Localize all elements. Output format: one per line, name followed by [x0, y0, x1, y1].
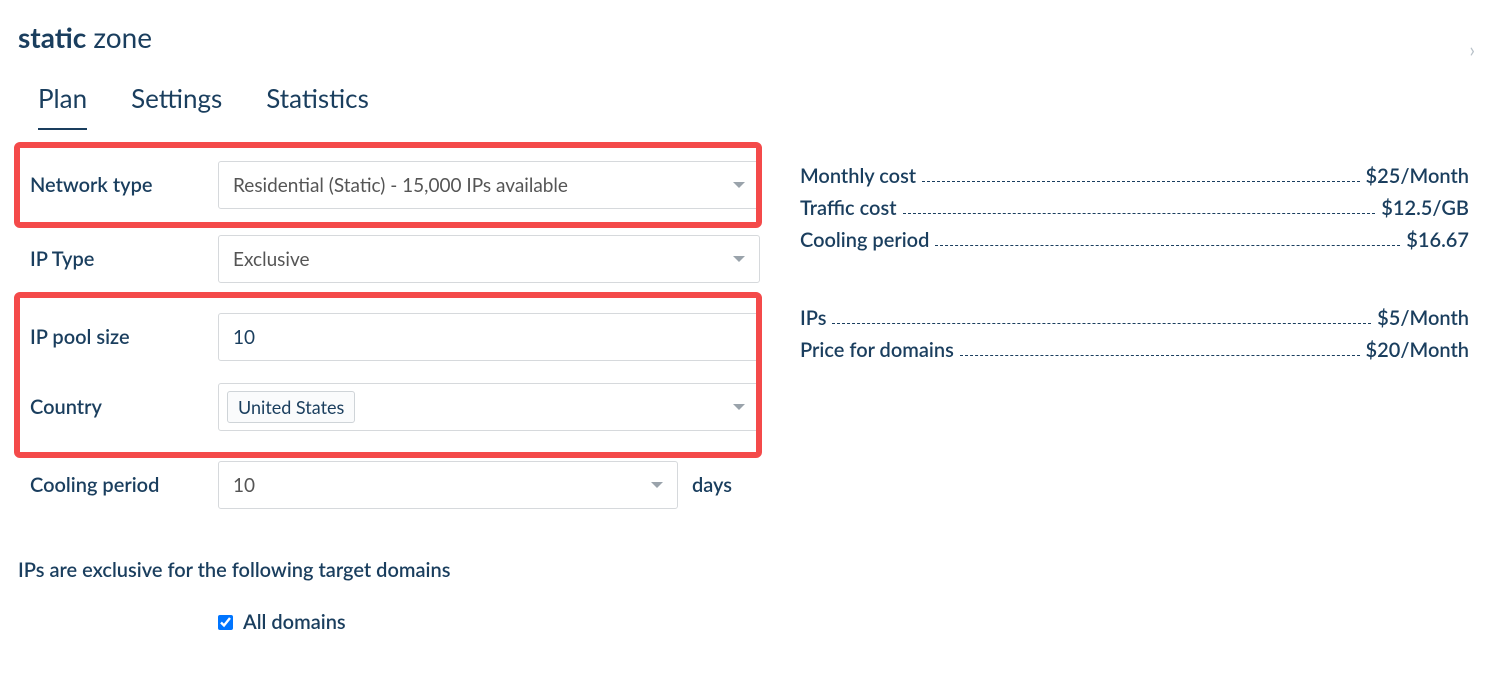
cost-dots: [832, 323, 1371, 324]
network-type-label: Network type: [30, 173, 218, 197]
cost-cooling: Cooling period $16.67: [800, 228, 1469, 252]
cost-cooling-label: Cooling period: [800, 228, 929, 252]
cost-dots: [960, 355, 1360, 356]
cost-domains-label: Price for domains: [800, 338, 954, 362]
cost-monthly-label: Monthly cost: [800, 164, 916, 188]
chevron-down-icon: [733, 404, 745, 410]
page-title: static zone ›: [18, 10, 1469, 72]
tabs: Plan Settings Statistics: [18, 72, 1469, 130]
ip-pool-size-label: IP pool size: [30, 325, 218, 349]
cost-monthly: Monthly cost $25/Month: [800, 164, 1469, 188]
chevron-down-icon: [651, 482, 663, 488]
tab-plan[interactable]: Plan: [38, 72, 87, 130]
cost-traffic: Traffic cost $12.5/GB: [800, 196, 1469, 220]
cost-ips-label: IPs: [800, 306, 826, 330]
ip-pool-size-input[interactable]: 10: [218, 313, 760, 361]
chevron-down-icon: [733, 256, 745, 262]
cooling-period-label: Cooling period: [30, 473, 218, 497]
tab-statistics[interactable]: Statistics: [266, 72, 369, 130]
cooling-period-suffix: days: [692, 473, 732, 497]
country-select[interactable]: United States: [218, 383, 760, 431]
cost-traffic-value: $12.5/GB: [1381, 196, 1469, 220]
cooling-period-select[interactable]: 10: [218, 461, 678, 509]
cooling-period-value: 10: [233, 474, 255, 497]
cost-panel: Monthly cost $25/Month Traffic cost $12.…: [800, 142, 1469, 634]
cost-cooling-value: $16.67: [1406, 228, 1469, 252]
domains-heading: IPs are exclusive for the following targ…: [18, 558, 770, 582]
cost-dots: [903, 213, 1376, 214]
cost-dots: [922, 181, 1359, 182]
form-panel: Network type Residential (Static) - 15,0…: [18, 142, 770, 634]
cost-dots: [935, 245, 1400, 246]
all-domains-checkbox[interactable]: [218, 615, 233, 630]
ip-type-value: Exclusive: [233, 248, 310, 271]
cost-traffic-label: Traffic cost: [800, 196, 897, 220]
ip-type-select[interactable]: Exclusive: [218, 235, 760, 283]
title-rest: zone: [86, 20, 152, 54]
chevron-down-icon: [733, 182, 745, 188]
country-label: Country: [30, 395, 218, 419]
ip-type-label: IP Type: [30, 247, 218, 271]
cost-domains: Price for domains $20/Month: [800, 338, 1469, 362]
country-tag[interactable]: United States: [227, 391, 355, 423]
cost-ips-value: $5/Month: [1377, 306, 1469, 330]
tab-settings[interactable]: Settings: [131, 72, 222, 130]
all-domains-label: All domains: [243, 610, 346, 634]
close-icon[interactable]: ›: [1469, 38, 1475, 62]
title-bold: static: [18, 20, 86, 54]
ip-pool-size-value: 10: [233, 326, 255, 349]
cost-domains-value: $20/Month: [1366, 338, 1469, 362]
all-domains-row: All domains: [218, 610, 770, 634]
cost-ips: IPs $5/Month: [800, 306, 1469, 330]
network-type-select[interactable]: Residential (Static) - 15,000 IPs availa…: [218, 161, 760, 209]
cost-monthly-value: $25/Month: [1366, 164, 1469, 188]
network-type-value: Residential (Static) - 15,000 IPs availa…: [233, 174, 568, 197]
